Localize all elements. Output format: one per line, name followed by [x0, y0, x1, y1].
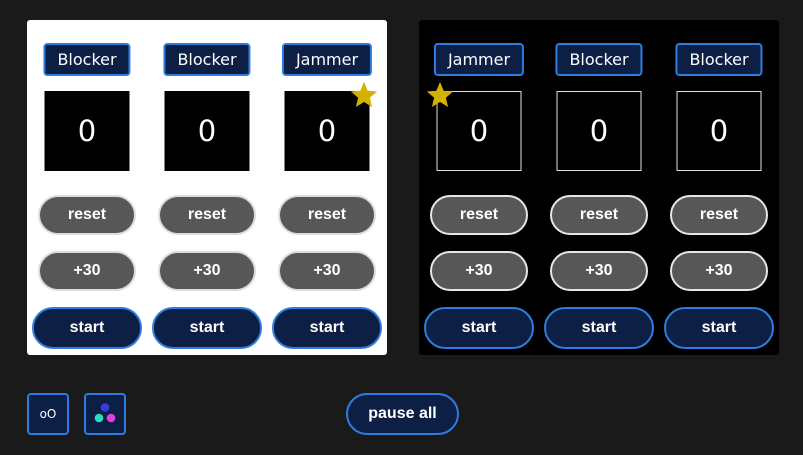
- player-column: Blocker 0 reset +30 start: [27, 20, 147, 355]
- player-column: Jammer 0 reset +30 start: [419, 20, 539, 355]
- plus-30-button[interactable]: +30: [158, 251, 256, 291]
- start-button[interactable]: start: [272, 307, 382, 349]
- reset-button[interactable]: reset: [550, 195, 648, 235]
- star-icon: [426, 81, 454, 107]
- player-column: Blocker 0 reset +30 start: [659, 20, 779, 355]
- plus-30-button[interactable]: +30: [550, 251, 648, 291]
- reset-button[interactable]: reset: [38, 195, 136, 235]
- role-button[interactable]: Blocker: [43, 43, 131, 76]
- team-panel-dark: Jammer 0 reset +30 start Blocker 0 reset…: [419, 20, 779, 355]
- jam-counter: 0: [164, 91, 250, 171]
- role-button[interactable]: Blocker: [675, 43, 763, 76]
- role-button[interactable]: Jammer: [281, 43, 373, 76]
- reset-button[interactable]: reset: [278, 195, 376, 235]
- pause-all-button[interactable]: pause all: [346, 393, 459, 435]
- reset-button[interactable]: reset: [670, 195, 768, 235]
- plus-30-button[interactable]: +30: [670, 251, 768, 291]
- start-button[interactable]: start: [424, 307, 534, 349]
- plus-30-button[interactable]: +30: [38, 251, 136, 291]
- team-panel-light: Blocker 0 reset +30 start Blocker 0 rese…: [27, 20, 387, 355]
- player-column: Blocker 0 reset +30 start: [147, 20, 267, 355]
- jam-counter: 0: [44, 91, 130, 171]
- jam-counter: 0: [556, 91, 642, 171]
- view-toggle-button[interactable]: oO: [27, 393, 69, 435]
- role-button[interactable]: Blocker: [555, 43, 643, 76]
- start-button[interactable]: start: [544, 307, 654, 349]
- start-button[interactable]: start: [152, 307, 262, 349]
- start-button[interactable]: start: [32, 307, 142, 349]
- plus-30-button[interactable]: +30: [278, 251, 376, 291]
- reset-button[interactable]: reset: [158, 195, 256, 235]
- star-icon: [350, 81, 378, 107]
- reset-button[interactable]: reset: [430, 195, 528, 235]
- player-column: Jammer 0 reset +30 start: [267, 20, 387, 355]
- role-button[interactable]: Jammer: [433, 43, 525, 76]
- start-button[interactable]: start: [664, 307, 774, 349]
- plus-30-button[interactable]: +30: [430, 251, 528, 291]
- player-column: Blocker 0 reset +30 start: [539, 20, 659, 355]
- jam-counter: 0: [676, 91, 762, 171]
- three-dots-palette-icon: [94, 403, 116, 423]
- color-picker-button[interactable]: [84, 393, 126, 435]
- role-button[interactable]: Blocker: [163, 43, 251, 76]
